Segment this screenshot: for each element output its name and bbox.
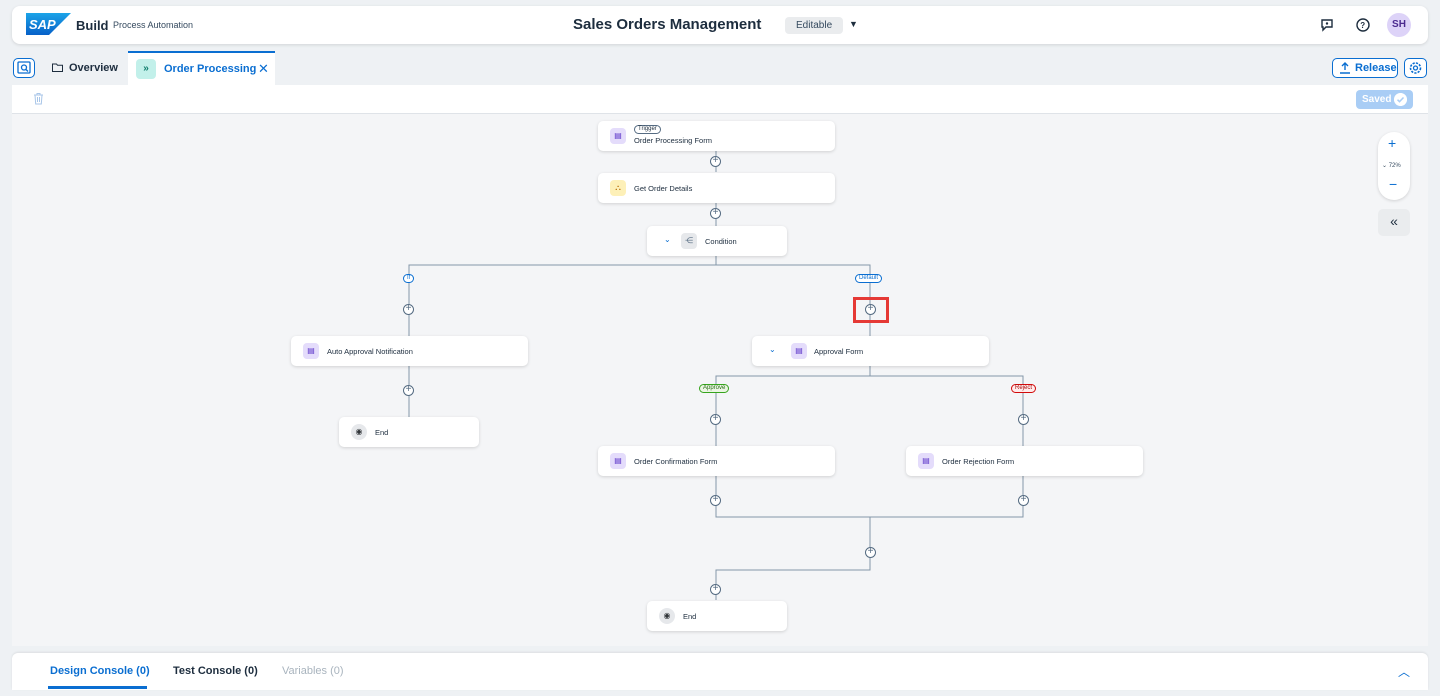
trigger-node[interactable]: ▤ Trigger Order Processing Form (598, 121, 835, 151)
end-node-bottom[interactable]: ◉ End (647, 601, 787, 631)
active-tab-indicator (48, 686, 147, 689)
status-badge[interactable]: Editable (785, 17, 844, 34)
zoom-value: 72% (1388, 163, 1401, 169)
node-label: Order Rejection Form (942, 457, 1015, 466)
branch-approve-label[interactable]: Approve (699, 384, 730, 393)
add-step-plus-icon[interactable]: + (710, 584, 721, 595)
tab-label: Order Processing (164, 63, 257, 75)
rejection-form-node[interactable]: ▤ Order Rejection Form (906, 446, 1143, 476)
zoom-level[interactable]: ⌄ 72% (1382, 162, 1401, 169)
chevron-up-icon[interactable]: ︿ (1398, 663, 1410, 680)
tab-order-processing[interactable]: » Order Processing ✕ (128, 51, 275, 85)
get-order-details-node[interactable]: ⛬ Get Order Details (598, 173, 835, 203)
zoom-controls: + ⌄ 72% − (1378, 132, 1410, 200)
svg-text:SAP: SAP (29, 17, 56, 32)
process-canvas[interactable]: ▤ Trigger Order Processing Form ⛬ Get Or… (12, 114, 1428, 646)
trash-icon[interactable] (33, 92, 44, 105)
help-icon[interactable]: ? (1355, 17, 1371, 33)
upload-icon (1340, 62, 1350, 74)
add-step-plus-icon[interactable]: + (710, 156, 721, 167)
chevron-down-icon[interactable]: ⌄ (664, 235, 671, 244)
auto-approval-node[interactable]: ▤ Auto Approval Notification (291, 336, 528, 366)
editor-toolbar: Saved (12, 85, 1428, 114)
avatar[interactable]: SH (1387, 13, 1411, 37)
node-label: Order Confirmation Form (634, 457, 718, 466)
folder-icon (52, 63, 63, 72)
branch-default-label[interactable]: Default (855, 274, 883, 283)
product-name: Process Automation (113, 20, 194, 30)
saved-label: Saved (1362, 94, 1392, 105)
branch-if-label[interactable]: If (403, 274, 415, 283)
add-step-plus-icon[interactable]: + (403, 385, 414, 396)
release-label: Release (1355, 62, 1397, 74)
tab-test-console[interactable]: Test Console (0) (173, 665, 258, 677)
check-circle-icon (1394, 93, 1407, 106)
add-step-plus-icon[interactable]: + (710, 495, 721, 506)
form-icon: ▤ (610, 453, 626, 469)
add-step-plus-icon[interactable]: + (1018, 414, 1029, 425)
chevron-down-icon[interactable]: ⌄ (769, 345, 776, 354)
collapse-panel-icon[interactable]: « (1378, 209, 1410, 236)
node-label: Get Order Details (634, 184, 693, 193)
add-step-plus-icon[interactable]: + (710, 414, 721, 425)
sap-logo[interactable]: SAP (26, 13, 71, 35)
zoom-in-icon[interactable]: + (1388, 135, 1396, 151)
form-icon: ▤ (610, 128, 626, 144)
caret-down-icon[interactable]: ▼ (849, 19, 858, 29)
node-label: Condition (705, 237, 737, 246)
zoom-out-icon[interactable]: − (1389, 176, 1397, 192)
add-step-plus-icon[interactable]: + (403, 304, 414, 315)
gear-icon (1409, 62, 1422, 74)
end-icon: ◉ (659, 608, 675, 624)
add-step-plus-icon[interactable]: + (865, 547, 876, 558)
node-label: Approval Form (814, 347, 864, 356)
confirmation-form-node[interactable]: ▤ Order Confirmation Form (598, 446, 835, 476)
node-label: Order Processing Form (634, 136, 712, 145)
action-icon: ⛬ (610, 180, 626, 196)
settings-button[interactable] (1404, 58, 1427, 78)
brand-name: Build (76, 18, 109, 33)
form-icon: ▤ (303, 343, 319, 359)
add-step-plus-icon[interactable]: + (1018, 495, 1029, 506)
tab-variables[interactable]: Variables (0) (282, 665, 344, 677)
project-title: Sales Orders Management (573, 16, 762, 33)
search-icon (17, 61, 31, 74)
tab-label: Overview (69, 62, 118, 74)
add-step-plus-icon[interactable]: + (710, 208, 721, 219)
condition-node[interactable]: ⌄ ⋲ Condition (647, 226, 787, 256)
approval-form-node[interactable]: ⌄ ▤ Approval Form (752, 336, 989, 366)
end-node-left[interactable]: ◉ End (339, 417, 479, 447)
branch-reject-label[interactable]: Reject (1011, 384, 1037, 393)
process-icon: » (136, 59, 156, 79)
close-icon[interactable]: ✕ (258, 52, 269, 86)
condition-icon: ⋲ (681, 233, 697, 249)
end-icon: ◉ (351, 424, 367, 440)
tab-overview[interactable]: Overview (44, 51, 128, 85)
feedback-icon[interactable] (1319, 17, 1335, 33)
form-icon: ▤ (791, 343, 807, 359)
svg-text:?: ? (1360, 21, 1365, 30)
node-label: Auto Approval Notification (327, 347, 413, 356)
form-icon: ▤ (918, 453, 934, 469)
shell-bar: SAP Build Process Automation Sales Order… (12, 6, 1428, 44)
node-label: End (375, 428, 389, 437)
tab-design-console[interactable]: Design Console (0) (50, 665, 150, 677)
saved-button[interactable]: Saved (1356, 90, 1413, 109)
console-panel: Design Console (0) Test Console (0) Vari… (12, 653, 1428, 690)
node-label: End (683, 612, 697, 621)
highlight-box (853, 297, 889, 323)
trigger-badge: Trigger (634, 125, 661, 134)
release-button[interactable]: Release (1332, 58, 1398, 78)
search-tabs-button[interactable] (13, 58, 35, 78)
